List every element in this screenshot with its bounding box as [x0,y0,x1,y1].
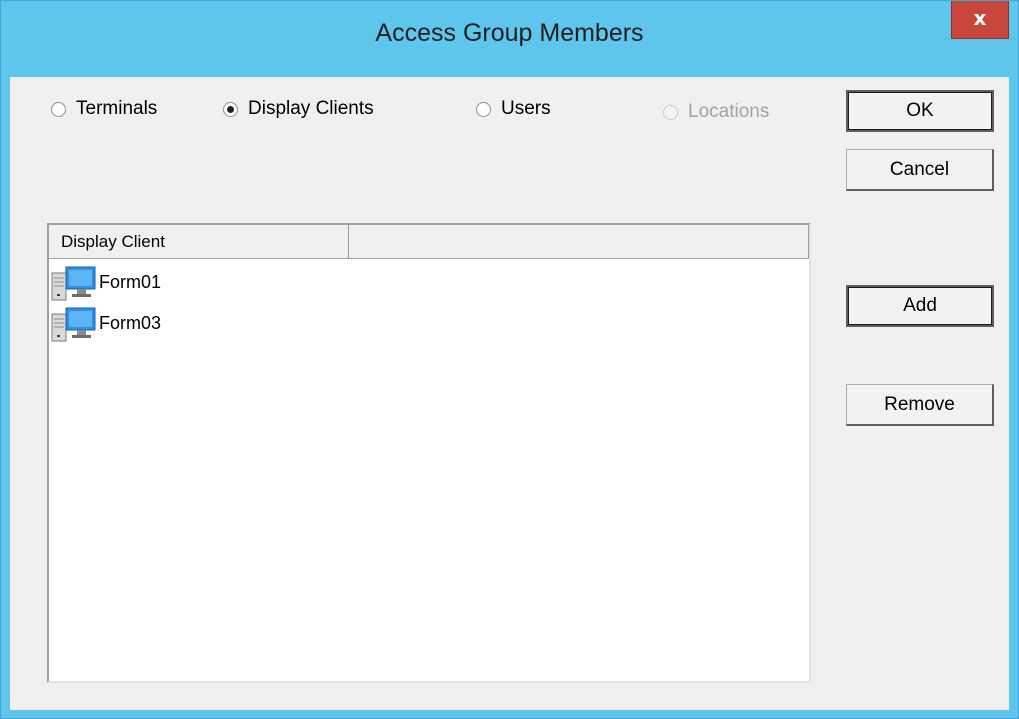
ok-button[interactable]: OK [846,90,994,132]
window-title: Access Group Members [375,19,644,47]
column-header-display-client[interactable]: Display Client [49,225,349,258]
cancel-button[interactable]: Cancel [846,149,994,191]
column-header-blank[interactable] [349,225,809,258]
radio-locations-label: Locations [688,101,770,122]
close-button[interactable]: x [951,1,1009,39]
display-client-list[interactable]: Display Client Form01 Form03 [47,223,811,683]
radio-locations: Locations [663,99,769,125]
radio-display-clients-label: Display Clients [248,98,374,119]
list-item-label: Form03 [99,312,162,333]
radio-users-label: Users [501,98,551,119]
radio-terminals-label: Terminals [76,98,158,119]
radio-terminals[interactable]: Terminals [51,96,157,122]
display-client-icon [51,266,96,301]
display-client-icon [51,307,96,342]
remove-button[interactable]: Remove [846,384,994,426]
radio-button-icon [476,101,491,117]
list-item[interactable]: Form01 [51,262,161,302]
title-bar[interactable]: Access Group Members x [1,1,1018,77]
dialog-window: Access Group Members x Terminals Display… [0,0,1019,719]
list-item-label: Form01 [99,271,162,292]
dialog-body: Terminals Display Clients Users Location… [10,77,1009,710]
radio-button-checked-icon [223,101,238,117]
radio-display-clients[interactable]: Display Clients [223,96,374,122]
radio-button-disabled-icon [663,104,678,120]
radio-users[interactable]: Users [476,96,551,122]
list-header: Display Client [49,225,809,259]
list-item[interactable]: Form03 [51,303,161,343]
add-button[interactable]: Add [846,285,994,327]
radio-button-icon [51,101,66,117]
